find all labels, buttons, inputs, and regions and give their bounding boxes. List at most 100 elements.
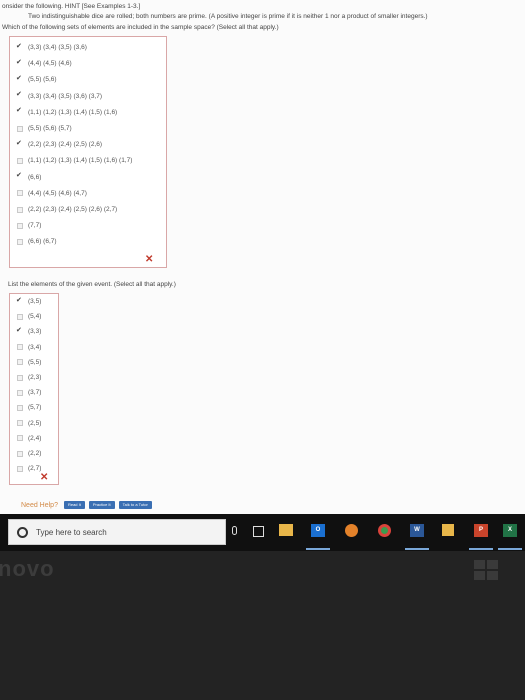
option-label: (5,5) (5,6) [28,76,57,84]
practice-it-button[interactable]: Practice It [88,501,115,509]
checkbox-unchecked[interactable] [17,157,23,164]
q2-option[interactable]: (5,4) [17,311,41,322]
need-help-label: Need Help? [21,501,58,509]
option-label: (2,5) [28,419,42,427]
checkbox-unchecked[interactable] [17,222,23,229]
q1-option[interactable]: (1,1) (1,2) (1,3) (1,4) (1,5) (1,6) [16,106,117,118]
checkbox-checked[interactable] [16,171,23,180]
question-1-text: Which of the following sets of elements … [2,24,279,31]
checkbox-unchecked[interactable] [17,389,23,396]
intro-text: onsider the following. HINT [See Example… [2,3,141,10]
checkbox-checked[interactable] [16,296,23,305]
q2-option[interactable]: (5,7) [17,402,41,413]
q2-option[interactable]: (2,3) [17,372,41,383]
option-label: (1,1) (1,2) (1,3) (1,4) (1,5) (1,6) (1,7… [28,157,133,165]
help-bar: Need Help? Read It Practice It Talk to a… [21,501,156,509]
option-label: (5,5) [28,358,42,366]
q1-option[interactable]: (6,6) (6,7) [17,236,57,247]
q1-option[interactable]: (2,2) (2,3) (2,4) (2,5) (2,6) (2,7) [17,204,117,215]
cortana-icon [17,526,28,538]
question-2-text: List the elements of the given event. (S… [8,281,176,288]
chrome-icon[interactable] [378,524,391,537]
checkbox-checked[interactable] [16,58,23,67]
file-explorer-icon[interactable] [279,524,293,536]
excel-icon[interactable]: X [503,524,517,537]
option-label: (3,3) [28,328,42,336]
q1-option[interactable]: (5,5) (5,6) (5,7) [17,123,72,134]
q2-option[interactable]: (5,5) [17,357,41,368]
q1-option[interactable]: (6,6) [16,171,42,183]
talk-to-tutor-button[interactable]: Talk to a Tutor [118,501,152,509]
checkbox-unchecked[interactable] [17,238,23,245]
option-label: (7,7) [28,222,42,230]
q1-option[interactable]: (5,5) (5,6) [16,74,57,85]
firefox-icon[interactable] [345,524,358,537]
q1-option[interactable]: (3,3) (3,4) (3,5) (3,6) [16,42,87,53]
taskbar-search-input[interactable]: Type here to search [8,519,226,545]
checkbox-unchecked[interactable] [17,344,23,351]
microphone-icon[interactable] [232,526,237,535]
checkbox-unchecked[interactable] [17,359,23,366]
q2-option[interactable]: (3,3) [16,326,42,337]
checkbox-unchecked[interactable] [17,190,23,197]
checkbox-unchecked[interactable] [17,465,23,472]
q2-option[interactable]: (3,4) [17,342,41,353]
option-label: (2,3) [28,374,42,381]
q2-option[interactable]: (3,5) [16,296,41,307]
option-label: (5,5) (5,6) (5,7) [28,125,72,132]
option-label: (5,7) [28,404,42,412]
checkbox-unchecked[interactable] [17,435,23,442]
q2-option[interactable]: (2,4) [17,433,41,444]
task-view-icon[interactable] [253,526,264,537]
running-indicator [306,548,330,550]
checkbox-unchecked[interactable] [17,125,23,132]
checkbox-checked[interactable] [16,139,23,148]
checkbox-unchecked[interactable] [17,313,23,320]
option-label: (3,7) [28,389,42,397]
laptop-brand-logo: novo [0,556,55,581]
answer-box-1 [9,36,167,268]
browser-viewport: onsider the following. HINT [See Example… [0,0,525,514]
checkbox-checked[interactable] [16,326,23,335]
checkbox-unchecked[interactable] [17,374,23,381]
option-label: (2,2) [28,450,42,457]
q1-option[interactable]: (4,4) (4,5) (4,6) (4,7) [17,188,87,199]
outlook-icon[interactable]: O [311,524,325,537]
option-label: (3,3) (3,4) (3,5) (3,6) (3,7) [28,92,103,100]
read-it-button[interactable]: Read It [63,501,85,509]
word-icon[interactable]: W [410,524,424,537]
option-label: (3,3) (3,4) (3,5) (3,6) [28,44,87,51]
option-label: (2,2) (2,3) (2,4) (2,5) (2,6) [28,141,103,149]
q1-option[interactable]: (3,3) (3,4) (3,5) (3,6) (3,7) [16,90,103,102]
option-label: (2,2) (2,3) (2,4) (2,5) (2,6) (2,7) [28,206,118,213]
option-label: (2,4) [28,434,42,442]
checkbox-checked[interactable] [16,74,23,83]
option-label: (6,6) [28,173,42,181]
q2-option[interactable]: (2,5) [17,418,41,429]
q2-option[interactable]: (3,7) [17,387,41,398]
checkbox-checked[interactable] [16,90,23,99]
running-indicator [469,548,493,550]
running-indicator [405,548,429,550]
q1-option[interactable]: (2,2) (2,3) (2,4) (2,5) (2,6) [16,139,103,150]
checkbox-unchecked[interactable] [17,404,23,411]
running-indicator [498,548,522,550]
checkbox-checked[interactable] [16,106,23,115]
checkbox-unchecked[interactable] [17,450,23,457]
option-label: (5,4) [28,313,42,321]
search-placeholder: Type here to search [36,527,107,537]
app-icon[interactable] [442,524,454,536]
checkbox-unchecked[interactable] [17,420,23,427]
q2-option[interactable]: (2,7) [17,463,41,474]
option-label: (3,4) [28,343,42,351]
q2-option[interactable]: (2,2) [17,448,41,459]
checkbox-unchecked[interactable] [17,206,23,213]
checkbox-checked[interactable] [16,42,23,51]
q1-option[interactable]: (7,7) [17,220,41,231]
powerpoint-icon[interactable]: P [474,524,488,537]
q1-option[interactable]: (4,4) (4,5) (4,6) [16,58,72,69]
option-label: (6,6) (6,7) [28,238,57,246]
incorrect-icon: ✕ [145,254,154,265]
option-label: (4,4) (4,5) (4,6) [28,60,72,68]
q1-option[interactable]: (1,1) (1,2) (1,3) (1,4) (1,5) (1,6) (1,7… [17,155,132,166]
